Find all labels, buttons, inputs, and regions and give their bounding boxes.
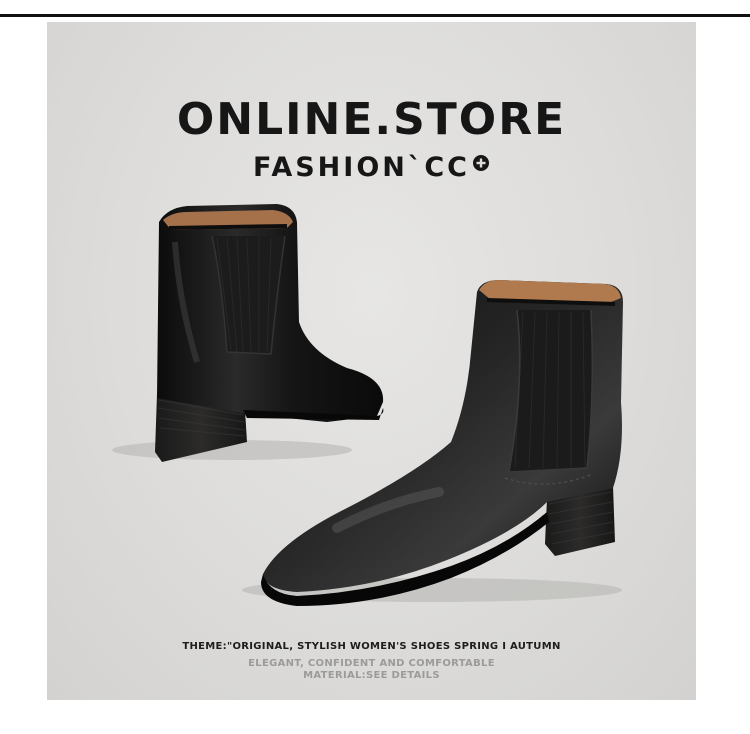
tagline-caption: ELEGANT, CONFIDENT AND COMFORTABLE xyxy=(248,658,495,669)
theme-caption: THEME:"ORIGINAL, STYLISH WOMEN'S SHOES S… xyxy=(182,641,561,652)
brand-subtitle: FASHION`CC xyxy=(47,152,696,183)
material-caption: MATERIAL:SEE DETAILS xyxy=(303,670,440,681)
brand-subtitle-text: FASHION`CC xyxy=(252,152,470,183)
plus-circle-icon xyxy=(473,155,489,171)
left-boot xyxy=(112,204,384,462)
product-banner: ONLINE.STORE FASHION`CC THEME:"ORIGINAL,… xyxy=(47,22,696,700)
top-divider xyxy=(0,14,750,17)
store-title: ONLINE.STORE xyxy=(176,94,567,145)
